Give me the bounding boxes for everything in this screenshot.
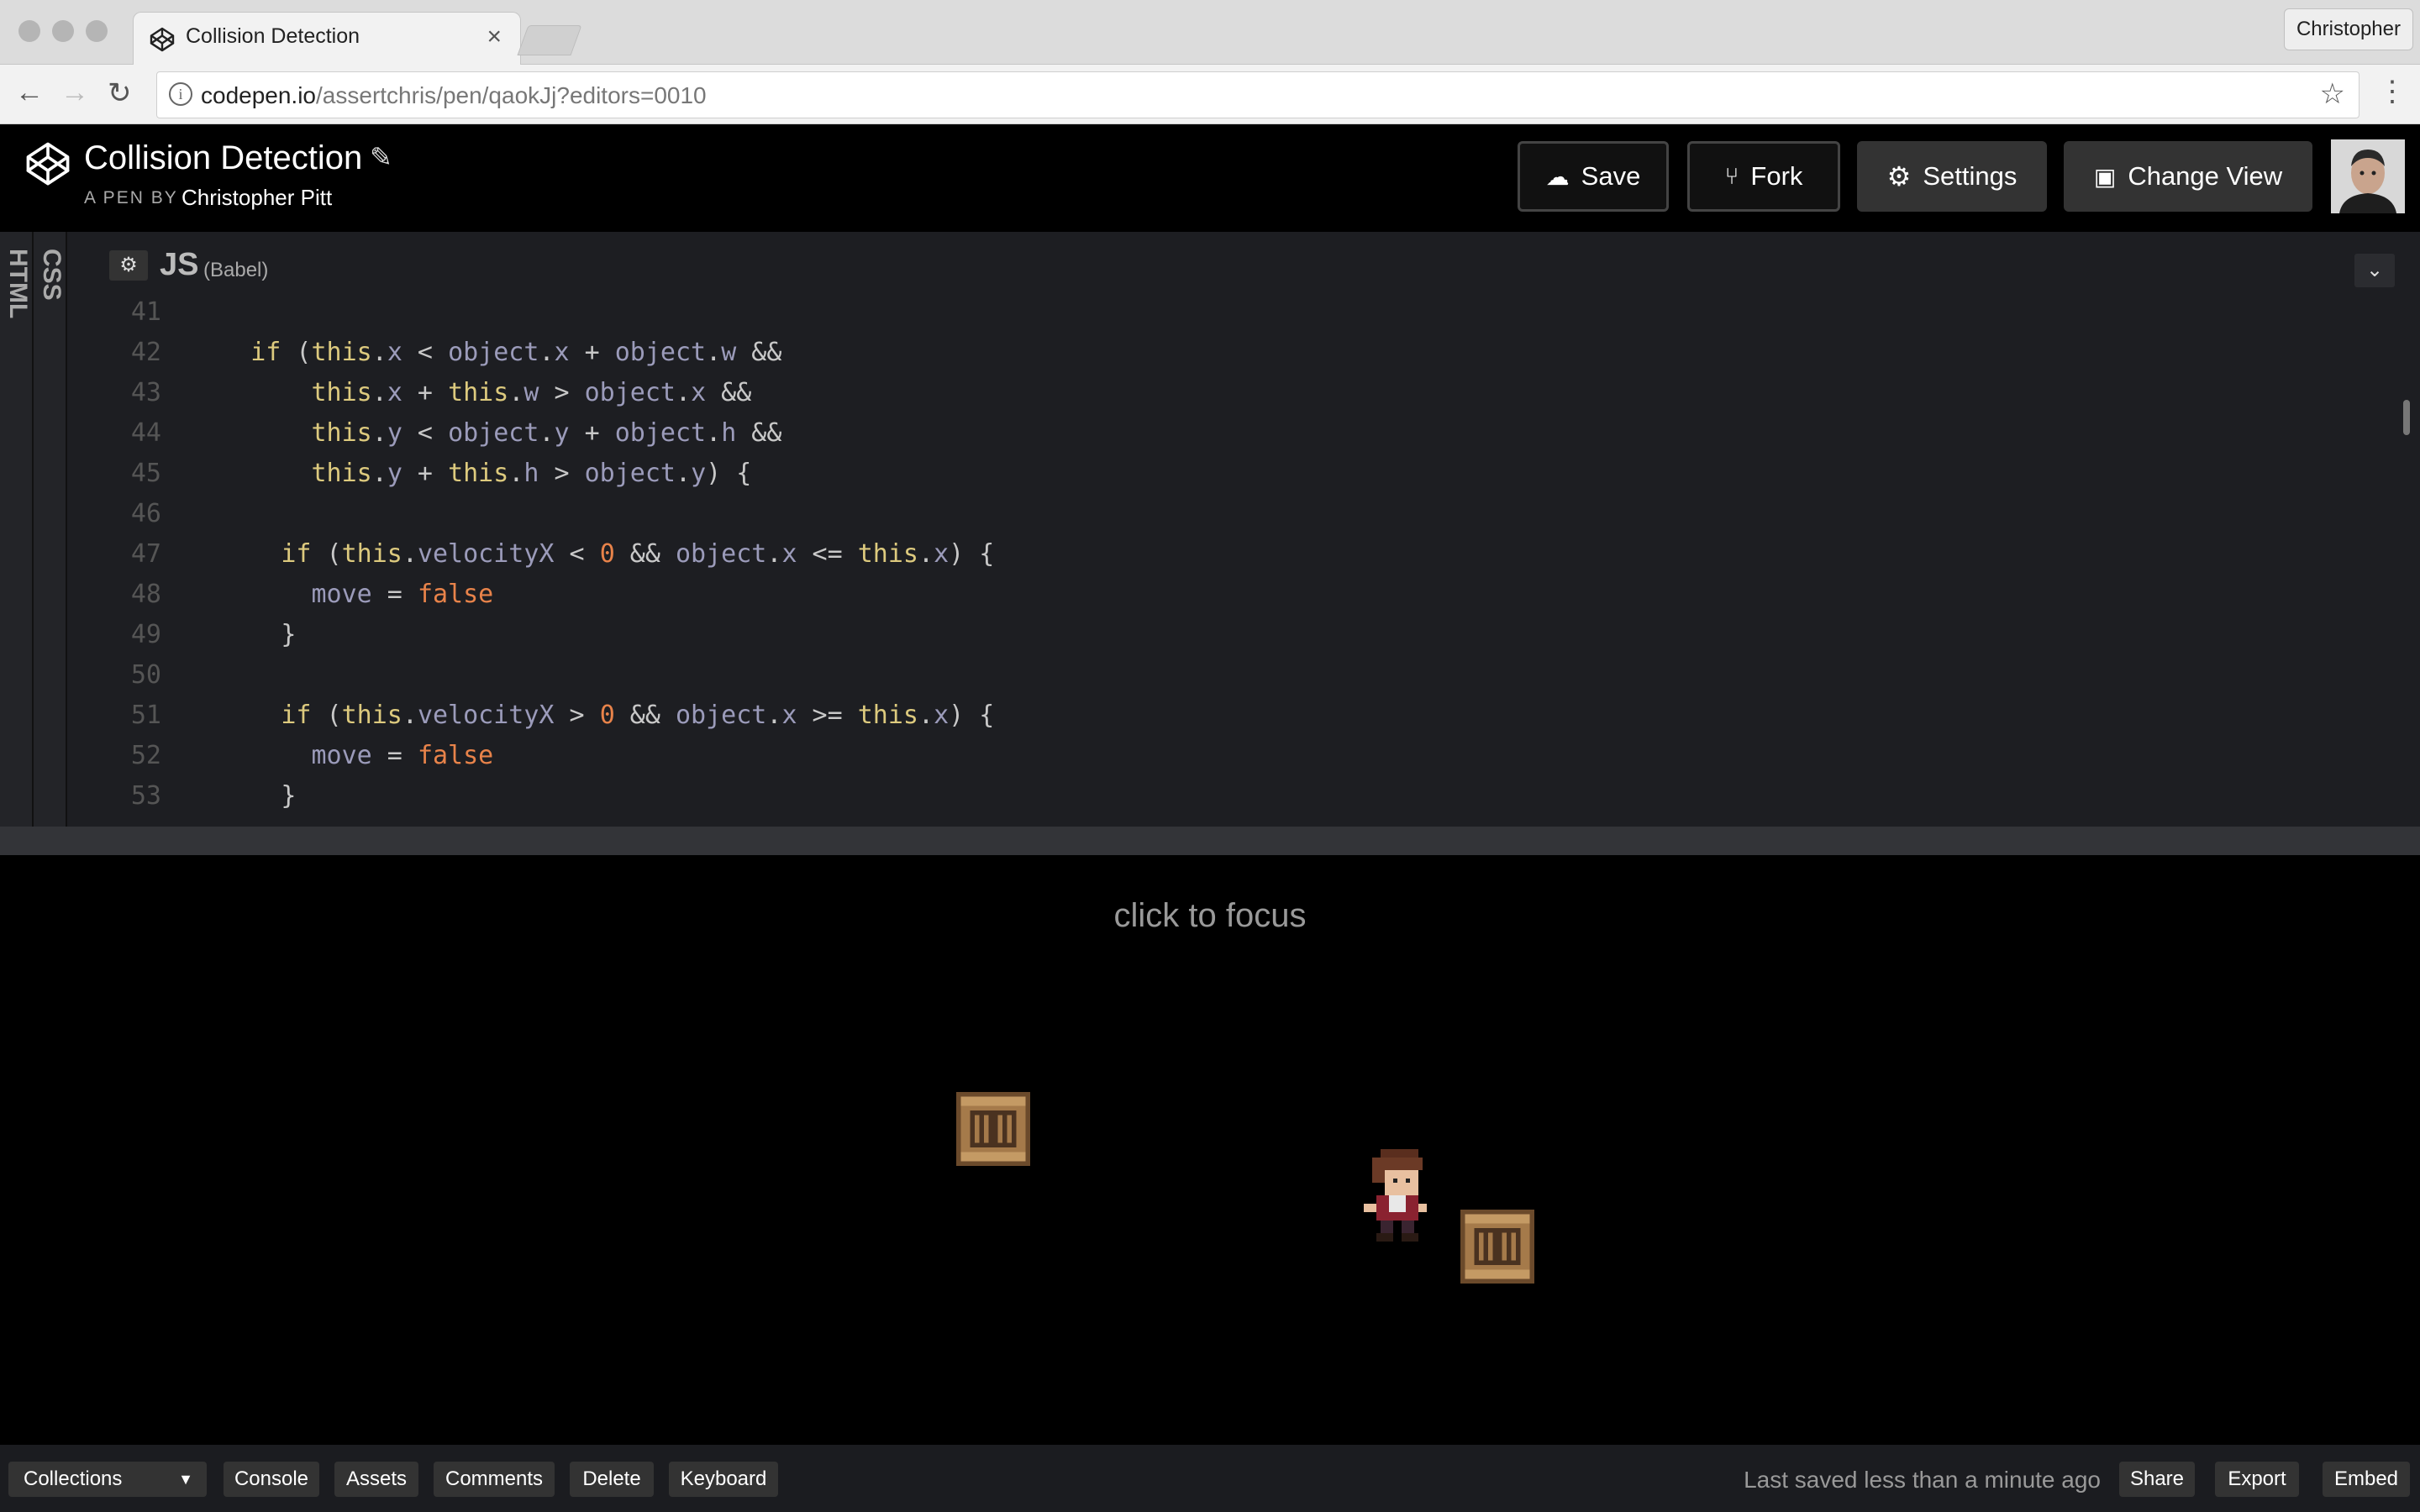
code-line: 50 — [130, 660, 161, 690]
embed-button[interactable]: Embed — [2323, 1462, 2410, 1497]
code-line: 42 if (this.x < object.x + object.w && — [130, 338, 782, 367]
delete-button[interactable]: Delete — [570, 1462, 654, 1497]
pen-author-link[interactable]: Christopher Pitt — [182, 185, 332, 211]
cloud-icon: ☁ — [1545, 163, 1570, 190]
code-line: 43 this.x + this.w > object.x && — [130, 378, 752, 407]
last-saved-status: Last saved less than a minute ago — [1744, 1467, 2101, 1493]
preview-panel[interactable]: click to focus — [0, 855, 2420, 1445]
panel-resizer[interactable] — [0, 827, 2420, 855]
editor-scrollbar[interactable] — [2403, 400, 2410, 435]
keyboard-button[interactable]: Keyboard — [669, 1462, 778, 1497]
profile-button[interactable]: Christopher — [2283, 8, 2413, 50]
close-window-button[interactable] — [18, 20, 40, 42]
chevron-down-icon[interactable]: ⌄ — [2354, 254, 2395, 287]
crate-sprite — [956, 1092, 1030, 1166]
code-line: 51 if (this.velocityX > 0 && object.x >=… — [130, 701, 995, 730]
site-info-icon[interactable]: i — [169, 82, 192, 106]
settings-label: Settings — [1923, 161, 2018, 191]
fork-button[interactable]: ⑂ Fork — [1687, 141, 1840, 212]
assets-button[interactable]: Assets — [334, 1462, 418, 1497]
share-button[interactable]: Share — [2119, 1462, 2195, 1497]
maximize-window-button[interactable] — [86, 20, 108, 42]
js-editor-panel: HTML CSS ⚙ JS (Babel) ⌄ 41 42 if (this.x… — [0, 232, 2420, 827]
comments-button[interactable]: Comments — [434, 1462, 555, 1497]
footer-bar: Collections ▼ Console Assets Comments De… — [0, 1445, 2420, 1512]
tab-title: Collision Detection — [186, 24, 360, 48]
reload-icon[interactable]: ↻ — [108, 76, 132, 110]
forward-arrow-icon[interactable]: → — [60, 76, 89, 109]
codepen-header: Collision Detection ✎ A PEN BY Christoph… — [0, 124, 2420, 232]
tab-html-label: HTML — [4, 249, 32, 319]
minimize-window-button[interactable] — [52, 20, 74, 42]
code-editor[interactable]: 41 42 if (this.x < object.x + object.w &… — [101, 292, 2403, 813]
code-line: 44 this.y < object.y + object.h && — [130, 418, 782, 448]
change-view-button[interactable]: ▣ Change View — [2064, 141, 2312, 212]
code-line: 48 move = false — [130, 580, 494, 609]
code-line: 45 this.y + this.h > object.y) { — [130, 459, 752, 488]
browser-tab-bar: Collision Detection × Christopher — [0, 0, 2420, 65]
tab-close-icon[interactable]: × — [487, 23, 502, 51]
export-button[interactable]: Export — [2215, 1462, 2299, 1497]
view-icon: ▣ — [2093, 163, 2117, 190]
preprocessor-label: (Babel) — [203, 259, 269, 281]
gear-icon: ⚙ — [1886, 161, 1912, 192]
bookmark-star-icon[interactable]: ☆ — [2320, 77, 2345, 111]
console-button[interactable]: Console — [224, 1462, 319, 1497]
tab-css[interactable]: CSS — [34, 232, 67, 827]
player-character-sprite — [1364, 1149, 1427, 1242]
pen-title[interactable]: Collision Detection — [84, 139, 362, 177]
code-line: 47 if (this.velocityX < 0 && object.x <=… — [130, 539, 995, 569]
code-line: 41 — [130, 297, 161, 327]
pen-by-label: A PEN BY — [84, 188, 178, 207]
fork-label: Fork — [1750, 161, 1803, 191]
fork-icon: ⑂ — [1724, 163, 1739, 189]
save-label: Save — [1581, 161, 1641, 191]
browser-tab[interactable]: Collision Detection × — [133, 12, 521, 65]
crate-sprite — [1460, 1210, 1534, 1284]
save-button[interactable]: ☁ Save — [1518, 141, 1669, 212]
code-line: 46 — [130, 499, 161, 528]
codepen-favicon-icon — [150, 27, 175, 52]
editor-settings-gear-icon[interactable]: ⚙ — [109, 250, 148, 281]
browser-toolbar: ← → ↻ i codepen.io/assertchris/pen/qaokJ… — [0, 65, 2420, 124]
editor-gutter-spacer — [67, 232, 99, 827]
change-view-label: Change View — [2128, 161, 2283, 191]
new-tab-button[interactable] — [517, 25, 582, 55]
editor-header: ⚙ JS (Babel) ⌄ — [101, 242, 2403, 287]
settings-button[interactable]: ⚙ Settings — [1857, 141, 2047, 212]
codepen-logo-icon[interactable] — [24, 139, 72, 188]
click-to-focus-text: click to focus — [1113, 897, 1307, 934]
tab-html[interactable]: HTML — [0, 232, 34, 827]
code-line: 49 } — [130, 620, 297, 649]
edit-pencil-icon[interactable]: ✎ — [370, 141, 392, 173]
collections-dropdown[interactable]: Collections ▼ — [8, 1462, 207, 1497]
avatar-image — [2331, 139, 2405, 213]
js-label: JS — [160, 247, 199, 282]
dropdown-caret-icon: ▼ — [178, 1471, 193, 1488]
collections-label: Collections — [24, 1467, 123, 1490]
code-line: 52 move = false — [130, 741, 494, 770]
tab-css-label: CSS — [38, 249, 66, 301]
back-arrow-icon[interactable]: ← — [15, 76, 44, 109]
browser-menu-icon[interactable]: ⋮ — [2378, 75, 2407, 108]
url-text: codepen.io/assertchris/pen/qaokJj?editor… — [201, 82, 707, 108]
code-line: 53 } — [130, 781, 297, 811]
avatar[interactable] — [2331, 139, 2405, 213]
address-bar[interactable]: i codepen.io/assertchris/pen/qaokJj?edit… — [156, 71, 2360, 118]
